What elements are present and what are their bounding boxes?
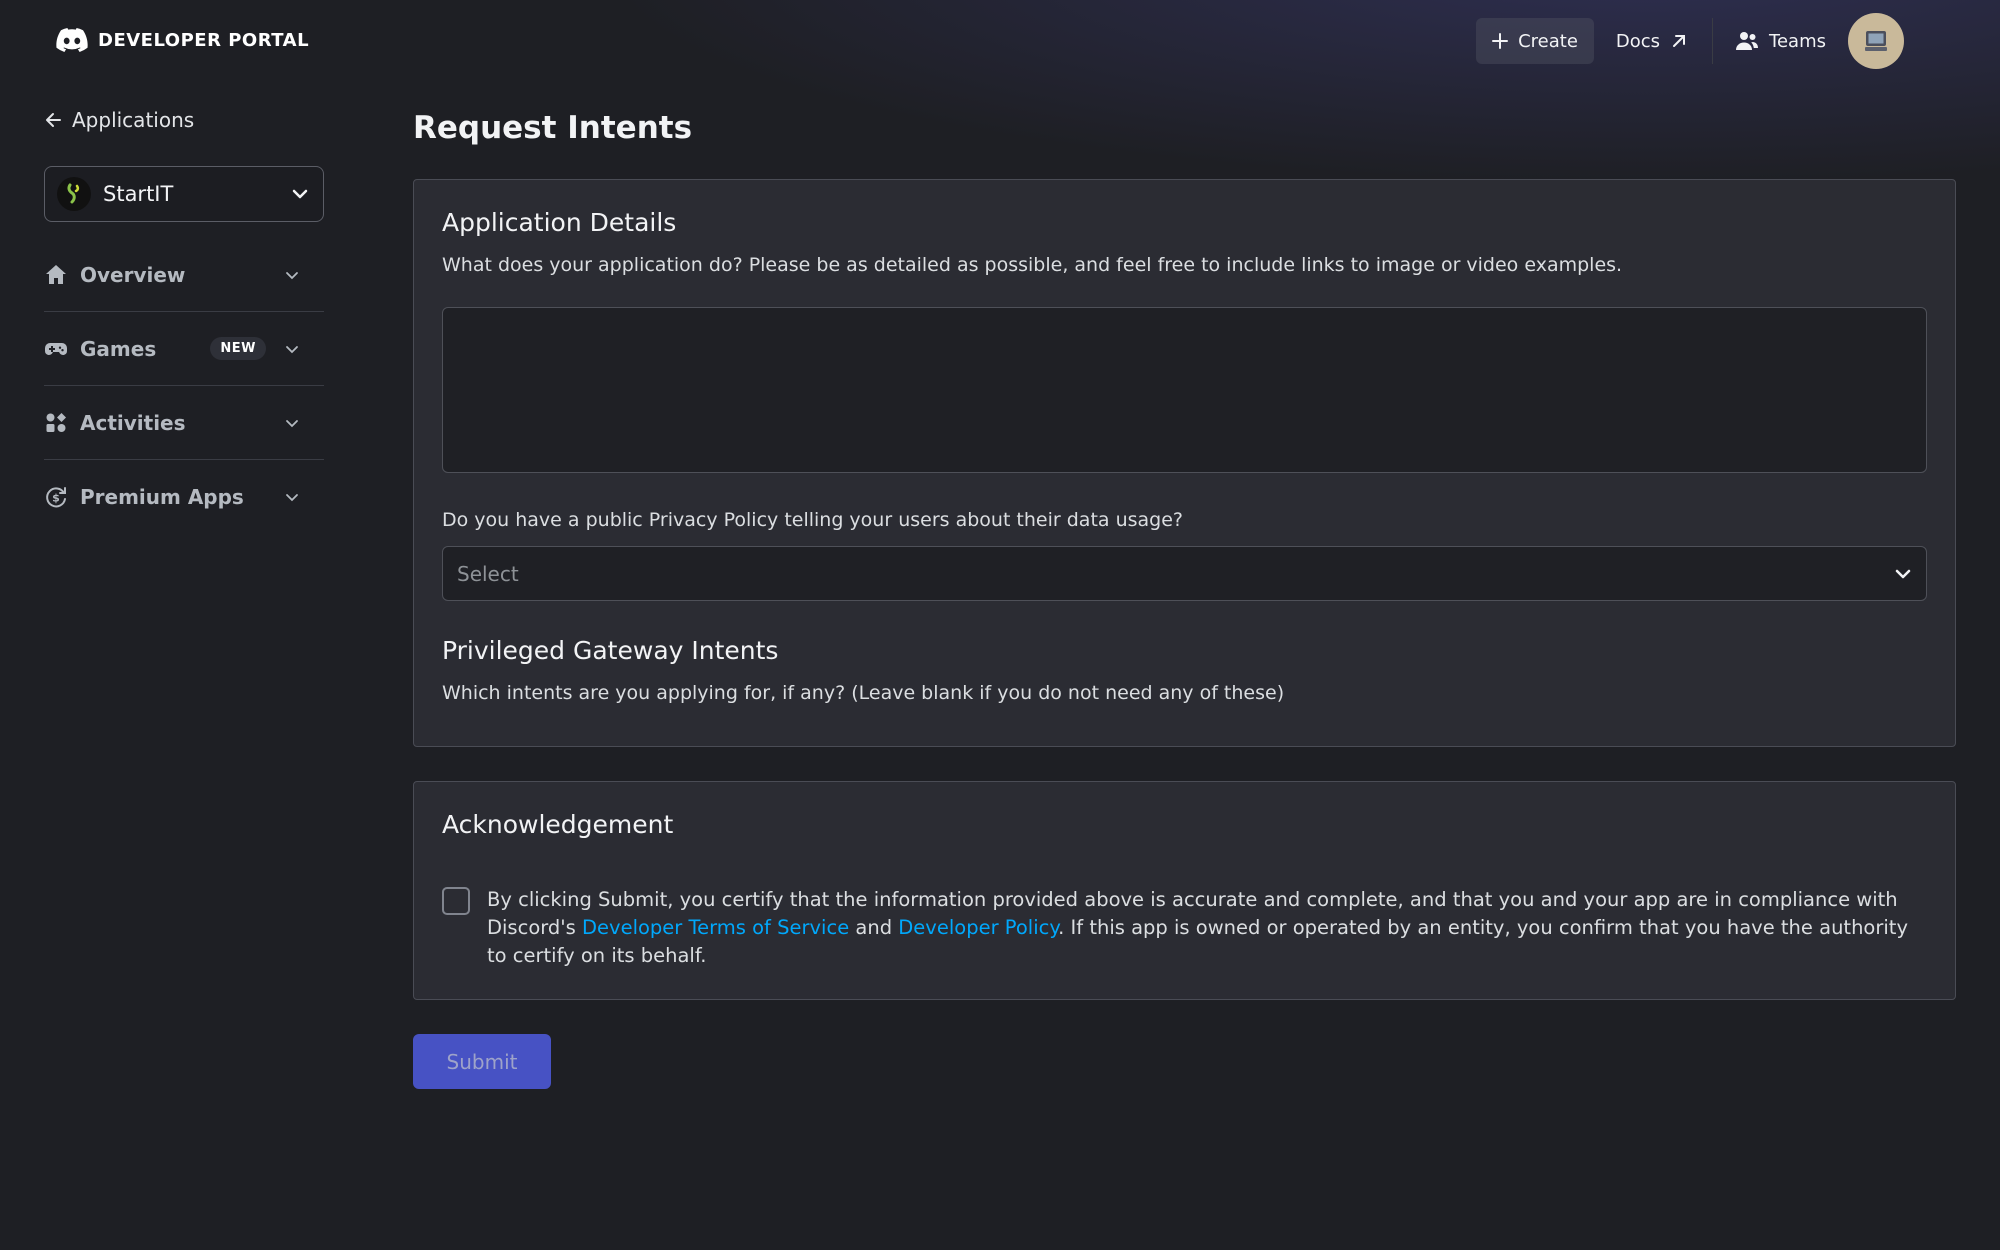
app-icon xyxy=(57,177,91,211)
chevron-down-icon xyxy=(282,341,302,357)
back-to-applications-link[interactable]: Applications xyxy=(44,100,324,140)
teams-icon xyxy=(1736,32,1759,50)
chevron-down-icon xyxy=(292,189,308,199)
svg-text:$: $ xyxy=(52,492,60,505)
developer-portal-logo[interactable]: DEVELOPER PORTAL xyxy=(56,28,309,52)
sidebar-item-label: Games xyxy=(80,336,157,361)
application-details-textarea[interactable] xyxy=(442,307,1927,473)
sidebar-item-label: Premium Apps xyxy=(80,485,244,509)
sidebar-item-label: Activities xyxy=(80,410,186,435)
privacy-policy-question: Do you have a public Privacy Policy tell… xyxy=(442,509,1183,531)
chevron-down-icon xyxy=(282,415,302,431)
privacy-policy-select[interactable]: Select xyxy=(442,546,1927,601)
teams-link[interactable]: Teams xyxy=(1727,18,1834,64)
acknowledgement-checkbox[interactable] xyxy=(442,887,470,915)
chevron-down-icon xyxy=(282,489,302,505)
docs-link[interactable]: Docs xyxy=(1604,18,1700,64)
acknowledgement-card: Acknowledgement By clicking Submit, you … xyxy=(413,781,1956,1000)
chevron-down-icon xyxy=(1895,569,1911,578)
developer-policy-link[interactable]: Developer Policy xyxy=(898,916,1058,939)
create-button[interactable]: Create xyxy=(1476,18,1594,64)
gamepad-icon xyxy=(44,337,68,361)
select-placeholder: Select xyxy=(457,561,519,586)
create-label: Create xyxy=(1518,30,1578,52)
application-details-title: Application Details xyxy=(442,208,677,237)
sidebar-nav: Overview Games NEW Activities $ Premium … xyxy=(44,238,324,534)
privileged-intents-description: Which intents are you applying for, if a… xyxy=(442,682,1285,704)
acknowledgement-title: Acknowledgement xyxy=(442,810,674,839)
back-label: Applications xyxy=(72,108,195,132)
sidebar-item-overview[interactable]: Overview xyxy=(44,238,324,312)
chevron-down-icon xyxy=(282,267,302,283)
teams-label: Teams xyxy=(1769,30,1826,52)
arrow-left-icon xyxy=(46,113,61,127)
sidebar: Applications StartIT Overview Games NEW … xyxy=(44,100,324,534)
app-name: StartIT xyxy=(103,182,174,206)
page-title: Request Intents xyxy=(413,110,693,146)
header-divider xyxy=(1712,18,1714,64)
acknowledgement-text: By clicking Submit, you certify that the… xyxy=(487,886,1932,970)
sidebar-item-games[interactable]: Games NEW xyxy=(44,312,324,386)
header-nav: Create Docs Teams xyxy=(1476,13,1904,69)
sidebar-item-label: Overview xyxy=(80,262,186,287)
premium-apps-icon: $ xyxy=(44,485,68,509)
user-avatar[interactable] xyxy=(1848,13,1904,69)
external-link-arrow-icon xyxy=(1673,35,1686,47)
application-details-description: What does your application do? Please be… xyxy=(442,254,1623,276)
activities-icon xyxy=(44,411,68,435)
startit-logo-icon xyxy=(67,183,80,204)
submit-button[interactable]: Submit xyxy=(413,1034,551,1089)
logo-text: DEVELOPER PORTAL xyxy=(98,29,310,51)
ack-text-and: and xyxy=(849,916,899,939)
home-icon xyxy=(44,263,68,287)
top-header: DEVELOPER PORTAL Create Docs Teams xyxy=(0,0,2000,82)
new-badge: NEW xyxy=(210,337,266,360)
plus-icon xyxy=(1492,33,1509,49)
sidebar-item-activities[interactable]: Activities xyxy=(44,386,324,460)
developer-terms-link[interactable]: Developer Terms of Service xyxy=(582,916,849,939)
sidebar-item-premium-apps[interactable]: $ Premium Apps xyxy=(44,460,324,534)
docs-label: Docs xyxy=(1615,30,1661,52)
computer-avatar-icon xyxy=(1865,31,1887,51)
discord-logo-icon xyxy=(56,28,88,52)
application-details-card: Application Details What does your appli… xyxy=(413,179,1956,747)
application-selector[interactable]: StartIT xyxy=(44,166,324,222)
privileged-intents-title: Privileged Gateway Intents xyxy=(442,636,779,665)
